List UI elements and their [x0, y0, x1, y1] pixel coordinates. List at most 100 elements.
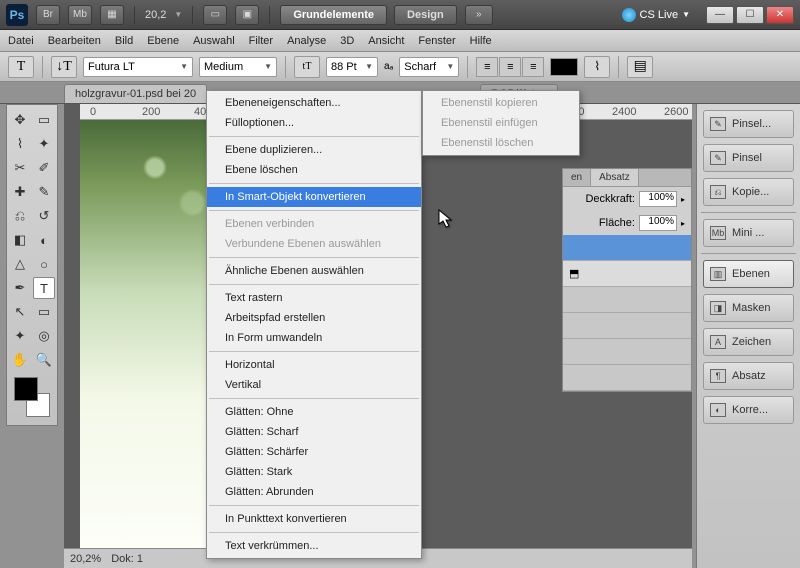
layer-empty[interactable] [563, 287, 691, 313]
menu-3d[interactable]: 3D [340, 35, 354, 47]
menu-auswahl[interactable]: Auswahl [193, 35, 235, 47]
panel-tab-absatz[interactable]: Absatz [591, 169, 639, 186]
brush-tool[interactable]: ✎ [33, 181, 55, 203]
workspace-more[interactable]: » [465, 5, 493, 25]
workspace-grundelemente[interactable]: Grundelemente [280, 5, 387, 25]
ctx-in-form-umwandeln[interactable]: In Form umwandeln [207, 328, 421, 348]
fill-input[interactable]: 100% [639, 215, 677, 231]
bridge-button[interactable]: Br [36, 5, 60, 25]
font-style-select[interactable]: Medium▼ [199, 57, 277, 77]
menu-datei[interactable]: Datei [8, 35, 34, 47]
panel-tab-1[interactable]: en [563, 169, 591, 186]
ctx-ebeneneigenschaften[interactable]: Ebeneneigenschaften... [207, 93, 421, 113]
ctx-ebene-l-schen[interactable]: Ebene löschen [207, 160, 421, 180]
warp-text[interactable]: ⌇ [584, 56, 610, 78]
window-minimize[interactable]: — [706, 6, 734, 24]
eyedropper-tool[interactable]: ✐ [33, 157, 55, 179]
ctx-gl-tten-sch-rfer[interactable]: Glätten: Schärfer [207, 442, 421, 462]
zoom-preset[interactable]: 20,2 [145, 9, 166, 21]
layer-empty[interactable] [563, 339, 691, 365]
window-close[interactable]: ✕ [766, 6, 794, 24]
workspace-design[interactable]: Design [394, 5, 457, 25]
lasso-tool[interactable]: ⌇ [9, 133, 31, 155]
ctx-gl-tten-ohne[interactable]: Glätten: Ohne [207, 402, 421, 422]
layer-selected[interactable] [563, 235, 691, 261]
ctx-horizontal[interactable]: Horizontal [207, 355, 421, 375]
opacity-input[interactable]: 100% [639, 191, 677, 207]
document-tab-active[interactable]: holzgravur-01.psd bei 20 [64, 84, 207, 103]
window-maximize[interactable]: ☐ [736, 6, 764, 24]
dock-korre[interactable]: ◐Korre... [703, 396, 794, 424]
dock-masken[interactable]: ◨Masken [703, 294, 794, 322]
align-right[interactable]: ≡ [522, 57, 544, 77]
screenmode-button[interactable]: ▣ [235, 5, 259, 25]
wand-tool[interactable]: ✦ [33, 133, 55, 155]
ctx-text-verkr-mmen[interactable]: Text verkrümmen... [207, 536, 421, 556]
ctx-hnliche-ebenen-ausw-hlen[interactable]: Ähnliche Ebenen auswählen [207, 261, 421, 281]
pen-tool[interactable]: ✒ [9, 277, 31, 299]
ctx-f-lloptionen[interactable]: Fülloptionen... [207, 113, 421, 133]
dodge-tool[interactable]: ○ [33, 253, 55, 275]
arrange-button[interactable]: ▭ [203, 5, 227, 25]
text-color[interactable] [550, 58, 578, 76]
crop-tool[interactable]: ✂ [9, 157, 31, 179]
shape-tool[interactable]: ▭ [33, 301, 55, 323]
antialias-select[interactable]: Scharf▼ [399, 57, 459, 77]
ctx-vertikal[interactable]: Vertikal [207, 375, 421, 395]
char-panel-toggle[interactable]: ▤ [627, 56, 653, 78]
layer-item[interactable]: ⬒ [563, 261, 691, 287]
ctx-ebene-duplizieren[interactable]: Ebene duplizieren... [207, 140, 421, 160]
ctx-text-rastern[interactable]: Text rastern [207, 288, 421, 308]
blur-tool[interactable]: △ [9, 253, 31, 275]
font-family-select[interactable]: Futura LT▼ [83, 57, 193, 77]
menu-ebene[interactable]: Ebene [147, 35, 179, 47]
dock-pinsel[interactable]: ✎Pinsel... [703, 110, 794, 138]
ctx-gl-tten-scharf[interactable]: Glätten: Scharf [207, 422, 421, 442]
marquee-tool[interactable]: ▭ [33, 109, 55, 131]
menu-fenster[interactable]: Fenster [418, 35, 455, 47]
path-select-tool[interactable]: ↖ [9, 301, 31, 323]
menu-hilfe[interactable]: Hilfe [470, 35, 492, 47]
gradient-tool[interactable]: ◐ [33, 229, 55, 251]
menubar: Datei Bearbeiten Bild Ebene Auswahl Filter Ana… [0, 30, 800, 52]
dock-zeichen[interactable]: AZeichen [703, 328, 794, 356]
dock-mini[interactable]: MbMini ... [703, 219, 794, 247]
ctx-arbeitspfad-erstellen[interactable]: Arbeitspfad erstellen [207, 308, 421, 328]
foreground-color[interactable] [14, 377, 38, 401]
dock-pinsel[interactable]: ✎Pinsel [703, 144, 794, 172]
menu-bild[interactable]: Bild [115, 35, 133, 47]
dock-absatz[interactable]: ¶Absatz [703, 362, 794, 390]
healing-tool[interactable]: ✚ [9, 181, 31, 203]
ctx-in-smart-objekt-konvertieren[interactable]: In Smart-Objekt konvertieren [207, 187, 421, 207]
hand-tool[interactable]: ✋ [9, 349, 31, 371]
minibridge-button[interactable]: Mb [68, 5, 92, 25]
text-orientation[interactable]: ↓T [51, 56, 77, 78]
layer-empty[interactable] [563, 365, 691, 391]
history-brush-tool[interactable]: ↺ [33, 205, 55, 227]
layer-empty[interactable] [563, 313, 691, 339]
type-tool[interactable]: T [33, 277, 55, 299]
cslive-menu[interactable]: CS Live ▼ [622, 8, 690, 22]
ctx-in-punkttext-konvertieren[interactable]: In Punkttext konvertieren [207, 509, 421, 529]
align-center[interactable]: ≡ [499, 57, 521, 77]
3d-tool[interactable]: ✦ [9, 325, 31, 347]
ctx-gl-tten-stark[interactable]: Glätten: Stark [207, 462, 421, 482]
ctx-gl-tten-abrunden[interactable]: Glätten: Abrunden [207, 482, 421, 502]
move-tool[interactable]: ✥ [9, 109, 31, 131]
stamp-tool[interactable]: ⎌ [9, 205, 31, 227]
dock-ebenen[interactable]: ▥Ebenen [703, 260, 794, 288]
menu-filter[interactable]: Filter [249, 35, 273, 47]
status-zoom[interactable]: 20,2% [70, 553, 101, 565]
viewextras-button[interactable]: ▦ [100, 5, 124, 25]
color-picker[interactable] [10, 377, 54, 417]
dock-kopie[interactable]: ⎌Kopie... [703, 178, 794, 206]
menu-analyse[interactable]: Analyse [287, 35, 326, 47]
zoom-tool[interactable]: 🔍 [33, 349, 55, 371]
3d-camera-tool[interactable]: ◎ [33, 325, 55, 347]
tool-preset[interactable]: T [8, 56, 34, 78]
menu-ansicht[interactable]: Ansicht [368, 35, 404, 47]
align-left[interactable]: ≡ [476, 57, 498, 77]
font-size-select[interactable]: 88 Pt▼ [326, 57, 378, 77]
menu-bearbeiten[interactable]: Bearbeiten [48, 35, 101, 47]
eraser-tool[interactable]: ◧ [9, 229, 31, 251]
